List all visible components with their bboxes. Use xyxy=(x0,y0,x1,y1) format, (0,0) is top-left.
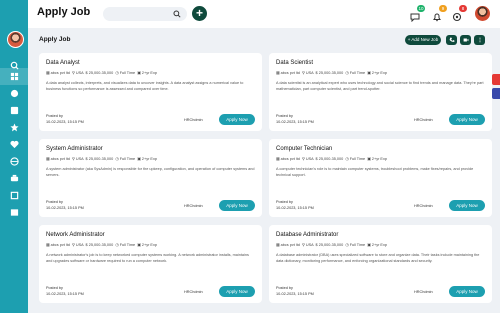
job-card: System Administrator ▦ abcs pvt ltd ⚲ US… xyxy=(39,139,262,217)
user-avatar[interactable] xyxy=(475,6,490,21)
box-icon xyxy=(10,191,18,200)
posted-label: Posted by xyxy=(276,114,293,118)
posted-date: 10-02-2023, 15:15 PM xyxy=(276,292,314,296)
search-icon[interactable] xyxy=(173,10,181,18)
video-button[interactable] xyxy=(460,35,471,45)
job-card: Network Administrator ▦ abcs pvt ltd ⚲ U… xyxy=(39,225,262,303)
search-input[interactable] xyxy=(103,7,187,21)
settings-badge: 8 xyxy=(459,5,467,12)
job-meta: ▦ abcs pvt ltd ⚲ USA $ 25,000-35,000 ◷ F… xyxy=(276,71,387,75)
bell-badge: 9 xyxy=(439,5,447,12)
nav-chart-icon[interactable] xyxy=(0,85,28,102)
job-title: Database Administrator xyxy=(276,232,339,238)
grid-icon xyxy=(10,72,18,81)
nav-list-icon[interactable] xyxy=(0,102,28,119)
star-icon xyxy=(9,123,19,132)
chat-icon[interactable]: 10 xyxy=(410,5,425,23)
job-description: A system administrator (aka SysAdmin) is… xyxy=(46,167,255,177)
job-meta: ▦ abcs pvt ltd ⚲ USA $ 25,000-35,000 ◷ F… xyxy=(46,243,157,247)
poster-name: HRChdmin xyxy=(184,118,203,122)
bell-icon[interactable]: 9 xyxy=(432,5,447,22)
heart-icon xyxy=(9,140,19,149)
nav-star-icon[interactable] xyxy=(0,119,28,136)
job-description: A data scientist is an analytical expert… xyxy=(276,81,484,91)
menu-icon[interactable] xyxy=(10,10,20,19)
job-title: Network Administrator xyxy=(46,232,105,238)
theme-float-button[interactable] xyxy=(492,88,500,99)
posted-date: 10-02-2023, 15:15 PM xyxy=(276,206,314,210)
posted-label: Posted by xyxy=(276,200,293,204)
apply-now-button[interactable]: Apply Now xyxy=(219,114,255,125)
job-title: System Administrator xyxy=(46,146,103,152)
posted-label: Posted by xyxy=(276,286,293,290)
poster-name: HRChdmin xyxy=(184,290,203,294)
nav-globe-icon[interactable] xyxy=(0,153,28,170)
posted-label: Posted by xyxy=(46,114,63,118)
nav-table-icon[interactable] xyxy=(0,204,28,221)
apply-now-button[interactable]: Apply Now xyxy=(219,200,255,211)
job-card: Database Administrator ▦ abcs pvt ltd ⚲ … xyxy=(269,225,492,303)
job-meta: ▦ abcs pvt ltd ⚲ USA $ 25,000-35,000 ◷ F… xyxy=(46,71,157,75)
more-icon xyxy=(478,37,481,43)
posted-date: 10-02-2023, 15:15 PM xyxy=(46,120,84,124)
poster-name: HRChdmin xyxy=(414,118,433,122)
job-description: A database administrator (DBA) uses spec… xyxy=(276,253,480,263)
phone-icon xyxy=(449,37,454,42)
phone-button[interactable] xyxy=(446,35,457,45)
posted-date: 10-02-2023, 15:15 PM xyxy=(276,120,314,124)
nav-grid-icon[interactable] xyxy=(0,68,28,85)
sidebar-avatar[interactable] xyxy=(7,31,24,48)
posted-label: Posted by xyxy=(46,286,63,290)
chart-icon xyxy=(10,89,18,98)
sidebar xyxy=(0,0,28,313)
add-button[interactable]: + xyxy=(192,6,207,21)
nav-heart-icon[interactable] xyxy=(0,136,28,153)
job-description: A data analyst collects, interprets, and… xyxy=(46,81,244,91)
poster-name: HRChdmin xyxy=(414,290,433,294)
nav-box-icon[interactable] xyxy=(0,187,28,204)
job-title: Data Analyst xyxy=(46,60,80,66)
nav-printer-icon[interactable] xyxy=(0,170,28,187)
job-card: Computer Technician ▦ abcs pvt ltd ⚲ USA… xyxy=(269,139,492,217)
posted-date: 10-02-2023, 15:15 PM xyxy=(46,206,84,210)
chat-badge: 10 xyxy=(417,5,425,12)
page-title: Apply Job xyxy=(37,6,91,18)
apply-now-button[interactable]: Apply Now xyxy=(449,200,485,211)
posted-label: Posted by xyxy=(46,200,63,204)
job-description: A computer technician's role is to maint… xyxy=(276,167,474,177)
list-icon xyxy=(10,106,18,115)
job-meta: ▦ abcs pvt ltd ⚲ USA $ 25,000-35,000 ◷ F… xyxy=(276,157,387,161)
job-card: Data Analyst ▦ abcs pvt ltd ⚲ USA $ 25,0… xyxy=(39,53,262,131)
video-icon xyxy=(463,38,468,42)
job-title: Computer Technician xyxy=(276,146,333,152)
printer-icon xyxy=(10,174,18,182)
job-meta: ▦ abcs pvt ltd ⚲ USA $ 25,000-35,000 ◷ F… xyxy=(276,243,387,247)
job-card: Data Scientist ▦ abcs pvt ltd ⚲ USA $ 25… xyxy=(269,53,492,131)
apply-now-button[interactable]: Apply Now xyxy=(219,286,255,297)
add-new-job-button[interactable]: + Add New Job xyxy=(405,35,441,45)
job-title: Data Scientist xyxy=(276,60,314,66)
more-button[interactable] xyxy=(474,35,485,45)
posted-date: 10-02-2023, 15:15 PM xyxy=(46,292,84,296)
globe-icon xyxy=(9,157,19,166)
poster-name: HRChdmin xyxy=(184,204,203,208)
section-title: Apply Job xyxy=(39,36,71,43)
job-meta: ▦ abcs pvt ltd ⚲ USA $ 25,000-35,000 ◷ F… xyxy=(46,157,157,161)
settings-float-button[interactable] xyxy=(492,74,500,85)
apply-now-button[interactable]: Apply Now xyxy=(449,114,485,125)
settings-icon[interactable]: 8 xyxy=(452,5,467,22)
apply-now-button[interactable]: Apply Now xyxy=(449,286,485,297)
top-header xyxy=(28,0,500,28)
poster-name: HRChdmin xyxy=(414,204,433,208)
job-description: A network administrator's job is to keep… xyxy=(46,253,249,263)
table-icon xyxy=(10,209,18,216)
